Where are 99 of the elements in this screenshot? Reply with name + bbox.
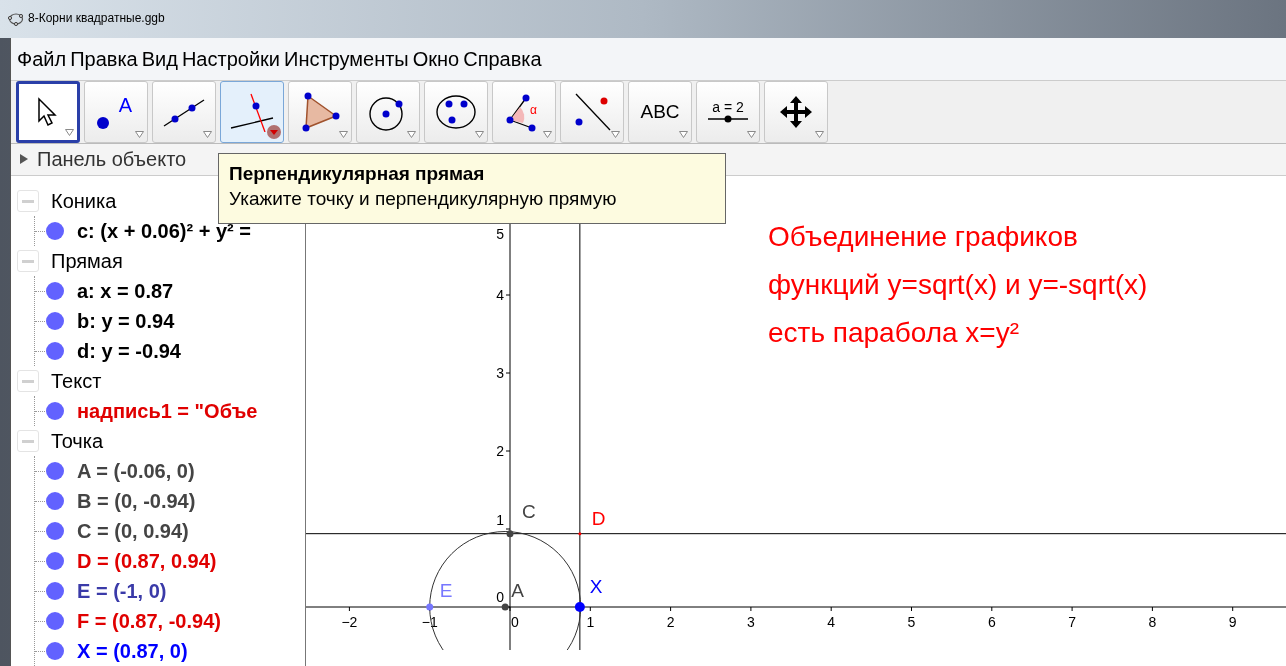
object-entry[interactable]: c: (x + 0.06)² + y² = xyxy=(77,216,251,246)
perpendicular-line-icon xyxy=(229,91,275,132)
axis-label: 3 xyxy=(496,365,504,381)
dropdown-icon xyxy=(267,124,281,139)
visibility-dot[interactable] xyxy=(45,581,65,601)
dropdown-icon xyxy=(203,130,212,138)
window-title: 8-Корни квадратные.ggb xyxy=(28,12,165,24)
dropdown-icon xyxy=(339,130,348,138)
point-label: E xyxy=(439,580,453,601)
point-label: D xyxy=(591,507,606,529)
point-label: C xyxy=(522,500,536,522)
visibility-dot[interactable] xyxy=(45,611,65,631)
dropdown-icon xyxy=(65,128,74,136)
graph-text: есть парабола x=y² xyxy=(768,316,1020,350)
dropdown-icon xyxy=(475,130,484,138)
collapse-toggle[interactable] xyxy=(17,250,39,272)
axis-label: 6 xyxy=(987,614,996,630)
tool-button[interactable] xyxy=(220,80,284,143)
menu-item[interactable]: Вид xyxy=(139,43,180,74)
graph-text: Объединение графиков xyxy=(768,220,1079,254)
visibility-dot[interactable] xyxy=(45,491,65,511)
dropdown-icon xyxy=(135,130,144,138)
visibility-dot[interactable] xyxy=(45,221,65,241)
tool-label: A xyxy=(118,92,132,118)
axis-label: 2 xyxy=(496,443,504,459)
point[interactable] xyxy=(501,603,509,611)
object-entry[interactable]: X = (0.87, 0) xyxy=(77,636,188,666)
menu-item[interactable]: Справка xyxy=(461,43,544,74)
graph-text: функций y=sqrt(x) и y=-sqrt(x) xyxy=(768,268,1148,302)
axis-label: −1 xyxy=(421,614,438,630)
tool-label: a = 2 xyxy=(712,99,744,114)
axis-label: 2 xyxy=(666,614,675,630)
app-icon xyxy=(8,12,24,26)
axis-label: 3 xyxy=(747,614,755,630)
object-entry[interactable]: a: x = 0.87 xyxy=(77,276,174,306)
object-entry[interactable]: D = (0.87, 0.94) xyxy=(77,546,217,576)
pointer-icon xyxy=(36,96,60,127)
axis-label: 4 xyxy=(496,287,504,303)
point[interactable] xyxy=(578,532,582,536)
axis-label: 4 xyxy=(827,614,836,630)
object-entry[interactable]: B = (0, -0.94) xyxy=(77,486,196,516)
point-label: X xyxy=(589,576,603,597)
point[interactable] xyxy=(506,530,514,538)
collapse-toggle[interactable] xyxy=(17,370,39,392)
menu-item[interactable]: Правка xyxy=(68,43,140,74)
point-label: A xyxy=(511,580,524,601)
menu-item[interactable]: Файл xyxy=(15,43,69,74)
group-label: Прямая xyxy=(51,249,123,274)
dropdown-icon xyxy=(679,130,688,138)
axis-label: 0 xyxy=(511,614,519,630)
object-entry[interactable]: F = (0.87, -0.94) xyxy=(77,606,221,636)
dropdown-icon xyxy=(815,130,824,138)
group-label: Точка xyxy=(51,429,104,454)
visibility-dot[interactable] xyxy=(45,521,65,541)
axis-label: 7 xyxy=(1068,614,1076,630)
dropdown-icon xyxy=(747,130,756,138)
tool-button[interactable]: α xyxy=(492,80,556,143)
menu-item[interactable]: Настройки xyxy=(179,43,282,74)
visibility-dot[interactable] xyxy=(45,311,65,331)
dropdown-icon xyxy=(543,130,552,138)
collapse-toggle[interactable] xyxy=(17,430,39,452)
menu-item[interactable]: Инструменты xyxy=(282,43,411,74)
tool-button[interactable]: a = 2 xyxy=(696,80,760,143)
visibility-dot[interactable] xyxy=(45,641,65,661)
slider-icon xyxy=(706,113,750,124)
tool-button[interactable]: ABC xyxy=(628,80,692,143)
axis-label: 5 xyxy=(907,614,916,630)
axis-label: 1 xyxy=(586,614,595,630)
visibility-dot[interactable] xyxy=(45,461,65,481)
group-label: Текст xyxy=(51,369,102,394)
panel-title: Панель объекто xyxy=(37,147,187,173)
menu-item[interactable]: Окно xyxy=(410,43,462,74)
object-entry[interactable]: E = (-1, 0) xyxy=(77,576,167,606)
axis-label: 0 xyxy=(496,589,504,605)
group-label: Коника xyxy=(51,189,117,214)
axis-label: 5 xyxy=(496,226,504,242)
expand-arrow-icon[interactable] xyxy=(19,153,29,166)
axis-label: 1 xyxy=(496,512,504,528)
tool-button[interactable] xyxy=(16,80,80,143)
dropdown-icon xyxy=(611,130,620,138)
axis-label: 8 xyxy=(1148,614,1157,630)
axis-label: −2 xyxy=(341,614,358,630)
dropdown-icon xyxy=(407,130,416,138)
collapse-toggle[interactable] xyxy=(17,190,39,212)
object-entry[interactable]: надпись1 = "Объе xyxy=(77,396,258,426)
object-entry[interactable]: d: y = -0.94 xyxy=(77,336,181,366)
tool-label: ABC xyxy=(640,102,680,122)
visibility-dot[interactable] xyxy=(45,551,65,571)
axis-label: 9 xyxy=(1228,614,1237,630)
point[interactable] xyxy=(574,602,585,612)
tool-label: α xyxy=(530,103,537,116)
visibility-dot[interactable] xyxy=(45,401,65,421)
object-entry[interactable]: A = (-0.06, 0) xyxy=(77,456,195,486)
object-entry[interactable]: C = (0, 0.94) xyxy=(77,516,189,546)
visibility-dot[interactable] xyxy=(45,281,65,301)
visibility-dot[interactable] xyxy=(45,341,65,361)
object-entry[interactable]: b: y = 0.94 xyxy=(77,306,175,336)
point-icon xyxy=(96,115,110,130)
tool-button[interactable]: A xyxy=(84,80,148,143)
